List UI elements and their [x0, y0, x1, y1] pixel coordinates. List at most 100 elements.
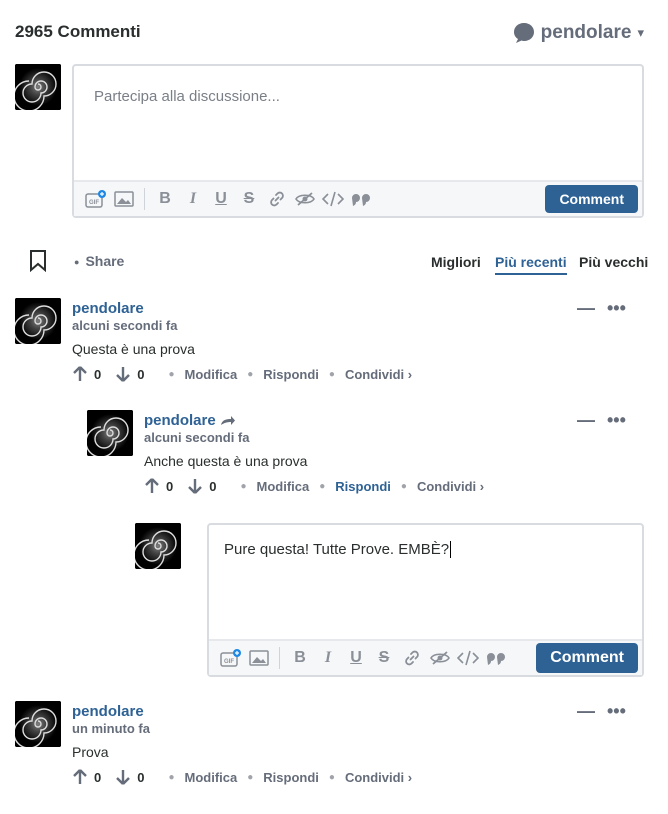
- toolbar-divider: [144, 188, 145, 210]
- edit-link[interactable]: Modifica: [257, 479, 310, 494]
- comment-timestamp[interactable]: un minuto fa: [72, 721, 412, 736]
- share-link[interactable]: Condividi ›: [417, 479, 484, 494]
- separator-dot: ●: [247, 368, 254, 380]
- avatar: [135, 523, 181, 569]
- separator-dot: ●: [240, 480, 247, 492]
- image-icon[interactable]: [245, 646, 273, 670]
- toolbar-divider: [279, 647, 280, 669]
- comment-author[interactable]: pendolare: [72, 300, 412, 317]
- collapse-icon[interactable]: —: [577, 701, 595, 722]
- edit-link[interactable]: Modifica: [185, 770, 238, 785]
- comment-timestamp[interactable]: alcuni secondi fa: [144, 430, 484, 445]
- formatting-toolbar: GIF B I U S Comment: [74, 180, 642, 216]
- underline-icon[interactable]: U: [342, 646, 370, 670]
- text-cursor: [450, 541, 452, 558]
- comment-composer[interactable]: Partecipa alla discussione... GIF B I U …: [72, 64, 644, 218]
- gif-icon[interactable]: GIF: [217, 646, 245, 670]
- arrow-up-icon: [145, 478, 159, 493]
- comment-item: pendolare un minuto fa Prova 0 0 ● Modif…: [72, 703, 412, 785]
- chevron-down-icon: ▾: [637, 25, 644, 40]
- comment-menu: — •••: [577, 298, 626, 319]
- comment-author[interactable]: pendolare: [72, 703, 412, 720]
- separator-dot: ●: [328, 771, 335, 783]
- speech-bubble-icon: [513, 23, 534, 43]
- code-icon[interactable]: [454, 646, 482, 670]
- downvote-button[interactable]: 0: [187, 478, 216, 494]
- code-icon[interactable]: [319, 187, 347, 211]
- user-menu[interactable]: pendolare ▾: [513, 22, 644, 44]
- collapse-icon[interactable]: —: [577, 298, 595, 319]
- upvote-button[interactable]: 0: [72, 366, 101, 382]
- avatar: [15, 701, 61, 747]
- arrow-down-icon: [188, 479, 203, 494]
- more-options-icon[interactable]: •••: [607, 701, 626, 722]
- spoiler-icon[interactable]: [291, 187, 319, 211]
- arrow-up-icon: [73, 769, 87, 784]
- reply-input-text[interactable]: Pure questa! Tutte Prove. EMBÈ?: [224, 541, 452, 558]
- share-link[interactable]: Condividi ›: [345, 770, 412, 785]
- spoiler-icon[interactable]: [426, 646, 454, 670]
- upvote-button[interactable]: 0: [72, 769, 101, 785]
- formatting-toolbar: GIF B I U S Comment: [209, 639, 642, 675]
- upvote-button[interactable]: 0: [144, 478, 173, 494]
- avatar: [15, 298, 61, 344]
- more-options-icon[interactable]: •••: [607, 298, 626, 319]
- collapse-icon[interactable]: —: [577, 410, 595, 431]
- comment-author[interactable]: pendolare: [144, 412, 484, 429]
- sort-newest[interactable]: Più recenti: [495, 254, 567, 275]
- strikethrough-icon[interactable]: S: [370, 646, 398, 670]
- username-label: pendolare: [540, 22, 632, 43]
- svg-text:GIF: GIF: [224, 659, 234, 665]
- reply-arrow-icon: [220, 415, 235, 425]
- bullet-dot: ●: [74, 257, 80, 268]
- separator-dot: ●: [168, 771, 175, 783]
- sort-oldest[interactable]: Più vecchi: [579, 254, 648, 270]
- reply-link[interactable]: Rispondi: [263, 770, 319, 785]
- arrow-down-icon: [116, 367, 131, 382]
- comment-menu: — •••: [577, 410, 626, 431]
- discussion-nav: ● Share Migliori Più recenti Più vecchi: [0, 248, 668, 276]
- italic-icon[interactable]: I: [314, 646, 342, 670]
- downvote-button[interactable]: 0: [115, 366, 144, 382]
- bookmark-icon[interactable]: [28, 250, 48, 275]
- comment-item: pendolare alcuni secondi fa Anche questa…: [144, 412, 484, 494]
- comment-body: Prova: [72, 744, 109, 760]
- reply-link[interactable]: Rispondi: [263, 367, 319, 382]
- comment-actions: 0 0 ● Modifica ● Rispondi ● Condividi ›: [72, 366, 412, 382]
- separator-dot: ●: [400, 480, 407, 492]
- more-options-icon[interactable]: •••: [607, 410, 626, 431]
- bold-icon[interactable]: B: [286, 646, 314, 670]
- image-icon[interactable]: [110, 187, 138, 211]
- link-icon[interactable]: [263, 187, 291, 211]
- comment-item: pendolare alcuni secondi fa Questa è una…: [72, 300, 412, 382]
- comment-body: Questa è una prova: [72, 341, 195, 357]
- link-icon[interactable]: [398, 646, 426, 670]
- bold-icon[interactable]: B: [151, 187, 179, 211]
- gif-icon[interactable]: GIF: [82, 187, 110, 211]
- composer-placeholder[interactable]: Partecipa alla discussione...: [94, 88, 280, 105]
- underline-icon[interactable]: U: [207, 187, 235, 211]
- downvote-button[interactable]: 0: [115, 769, 144, 785]
- share-button[interactable]: ● Share: [74, 253, 124, 269]
- separator-dot: ●: [168, 368, 175, 380]
- reply-link[interactable]: Rispondi: [335, 479, 391, 494]
- strikethrough-icon[interactable]: S: [235, 187, 263, 211]
- avatar: [87, 410, 133, 456]
- reply-submit-button[interactable]: Comment: [536, 643, 638, 673]
- comment-submit-button[interactable]: Comment: [545, 185, 638, 213]
- quote-icon[interactable]: [347, 187, 375, 211]
- svg-text:GIF: GIF: [89, 200, 99, 206]
- comment-menu: — •••: [577, 701, 626, 722]
- comment-actions: 0 0 ● Modifica ● Rispondi ● Condividi ›: [72, 769, 412, 785]
- sort-best[interactable]: Migliori: [431, 254, 481, 270]
- comment-timestamp[interactable]: alcuni secondi fa: [72, 318, 412, 333]
- italic-icon[interactable]: I: [179, 187, 207, 211]
- reply-composer[interactable]: Pure questa! Tutte Prove. EMBÈ? GIF B I …: [207, 523, 644, 677]
- edit-link[interactable]: Modifica: [185, 367, 238, 382]
- arrow-down-icon: [116, 770, 131, 785]
- comment-actions: 0 0 ● Modifica ● Rispondi ● Condividi ›: [144, 478, 484, 494]
- arrow-up-icon: [73, 366, 87, 381]
- share-link[interactable]: Condividi ›: [345, 367, 412, 382]
- separator-dot: ●: [247, 771, 254, 783]
- quote-icon[interactable]: [482, 646, 510, 670]
